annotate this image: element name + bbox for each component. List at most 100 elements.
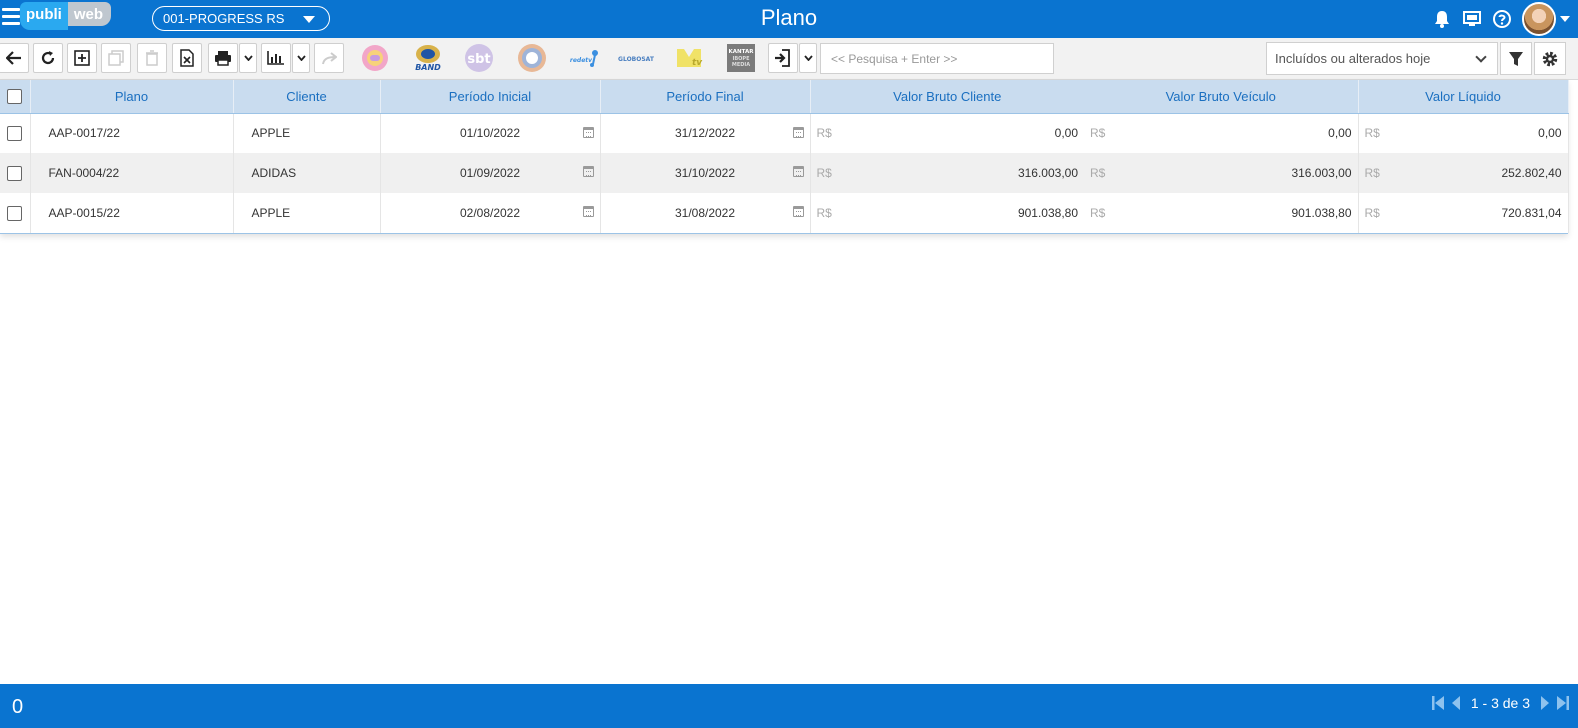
sbt-logo-icon[interactable]: sbt [463,43,495,73]
col-valor-liquido[interactable]: Valor Líquido [1358,80,1569,114]
date-value: 02/08/2022 [459,206,521,220]
table-row[interactable]: AAP-0017/22 APPLE 01/10/2022 31/12/2022 … [0,113,1569,153]
currency-symbol: R$ [1364,166,1380,180]
toolbar: BAND sbt redetv GLOBOSAT tv KANTAR IBOPE M… [0,38,1578,80]
table-row[interactable]: FAN-0004/22 ADIDAS 01/09/2022 31/10/2022… [0,153,1569,193]
monitor-icon[interactable] [1462,9,1482,29]
date-value: 01/10/2022 [459,126,521,141]
caret-down-icon [303,16,315,23]
col-periodo-final[interactable]: Período Final [600,80,811,114]
svg-text:redetv: redetv [570,57,593,64]
date-value: 01/09/2022 [459,166,521,180]
row-select[interactable] [0,193,31,233]
row-checkbox[interactable] [7,205,23,221]
cell-cliente: APPLE [233,193,381,233]
filter-button[interactable] [1500,42,1532,75]
money-value: 252.802,40 [1501,166,1562,180]
globo-logo-icon[interactable] [359,43,391,73]
calendar-icon [582,206,594,217]
kantar-ibope-logo-icon[interactable]: KANTAR IBOPE MEDIA [725,43,757,73]
mtv-logo-icon[interactable]: tv [673,43,705,73]
refresh-button[interactable] [33,43,63,73]
help-icon[interactable] [1492,9,1512,29]
currency-symbol: R$ [1090,206,1106,220]
import-button[interactable] [768,43,798,73]
company-select[interactable]: 001-PROGRESS RS [152,6,330,31]
svg-text:tv: tv [692,58,703,68]
cell-valor-liquido: R$ 0,00 [1358,113,1569,153]
col-plano[interactable]: Plano [30,80,234,114]
filter-select-value: Incluídos ou alterados hoje [1275,51,1431,66]
print-dropdown-button[interactable] [239,43,257,73]
currency-symbol: R$ [1090,126,1106,141]
currency-symbol: R$ [816,126,832,141]
row-select[interactable] [0,153,31,193]
select-all-cell[interactable] [0,80,31,114]
pager-text: 1 - 3 de 3 [1470,695,1530,711]
company-select-label: 001-PROGRESS RS [163,11,285,26]
add-button[interactable] [67,43,97,73]
selected-count: 0 [12,696,24,718]
first-page-icon[interactable] [1431,694,1445,712]
money-value: 316.003,00 [1017,166,1078,180]
search-placeholder: << Pesquisa + Enter >> [831,52,958,66]
date-value: 31/12/2022 [674,126,736,141]
chart-button[interactable] [261,43,291,73]
select-all-checkbox[interactable] [7,89,23,105]
next-page-icon[interactable] [1538,694,1552,712]
cell-cliente: ADIDAS [233,153,381,193]
calendar-icon [582,126,594,138]
money-value: 0,00 [1054,126,1078,141]
filter-select[interactable]: Incluídos ou alterados hoje [1266,42,1498,75]
import-dropdown-button[interactable] [799,43,817,73]
band-logo-icon[interactable]: BAND [410,43,446,73]
chart-dropdown-button[interactable] [292,43,310,73]
row-select[interactable] [0,113,31,153]
calendar-icon [792,166,804,177]
col-valor-bruto-cliente[interactable]: Valor Bruto Cliente [810,80,1084,114]
print-button[interactable] [208,43,238,73]
bell-icon[interactable] [1432,9,1452,29]
avatar-caret-icon[interactable] [1560,16,1570,22]
last-page-icon[interactable] [1556,694,1570,712]
chevron-down-icon [1475,51,1487,63]
col-cliente[interactable]: Cliente [233,80,381,114]
row-checkbox[interactable] [7,125,23,141]
logo-publi: publi [20,2,68,30]
back-button[interactable] [0,43,29,73]
money-value: 720.831,04 [1501,206,1562,220]
prev-page-icon[interactable] [1449,694,1463,712]
money-value: 0,00 [1328,126,1352,141]
row-checkbox[interactable] [7,165,23,181]
svg-text:sbt: sbt [467,52,490,67]
copy-button[interactable] [101,43,131,73]
user-avatar[interactable] [1522,2,1556,36]
calendar-icon [792,206,804,217]
cell-valor-bruto-cliente: R$ 316.003,00 [810,153,1084,193]
cell-valor-liquido: R$ 252.802,40 [1358,153,1569,193]
pager: 1 - 3 de 3 [1431,694,1570,712]
settings-button[interactable] [1534,42,1566,75]
svg-text:MEDIA: MEDIA [732,62,750,68]
redetv-logo-icon[interactable]: redetv [566,43,602,73]
forward-button[interactable] [314,43,344,73]
cell-plano: AAP-0015/22 [30,193,234,233]
top-icons [1432,2,1570,36]
logo[interactable]: publi web [20,2,112,32]
svg-text:GLOBOSAT: GLOBOSAT [618,56,654,63]
search-input[interactable]: << Pesquisa + Enter >> [820,43,1054,74]
col-periodo-inicial[interactable]: Período Inicial [380,80,601,114]
col-valor-bruto-veiculo[interactable]: Valor Bruto Veículo [1084,80,1359,114]
record-logo-icon[interactable] [516,43,548,73]
cell-plano: FAN-0004/22 [30,153,234,193]
delete-button[interactable] [137,43,167,73]
globosat-logo-icon[interactable]: GLOBOSAT [618,43,654,73]
money-value: 316.003,00 [1291,166,1352,180]
excel-export-button[interactable] [172,43,202,73]
menu-icon[interactable] [2,8,20,28]
money-value: 0,00 [1538,126,1562,141]
calendar-icon [582,166,594,177]
top-bar: publi web 001-PROGRESS RS Plano [0,0,1578,38]
table-row[interactable]: AAP-0015/22 APPLE 02/08/2022 31/08/2022 … [0,193,1569,233]
money-value: 901.038,80 [1291,206,1352,220]
